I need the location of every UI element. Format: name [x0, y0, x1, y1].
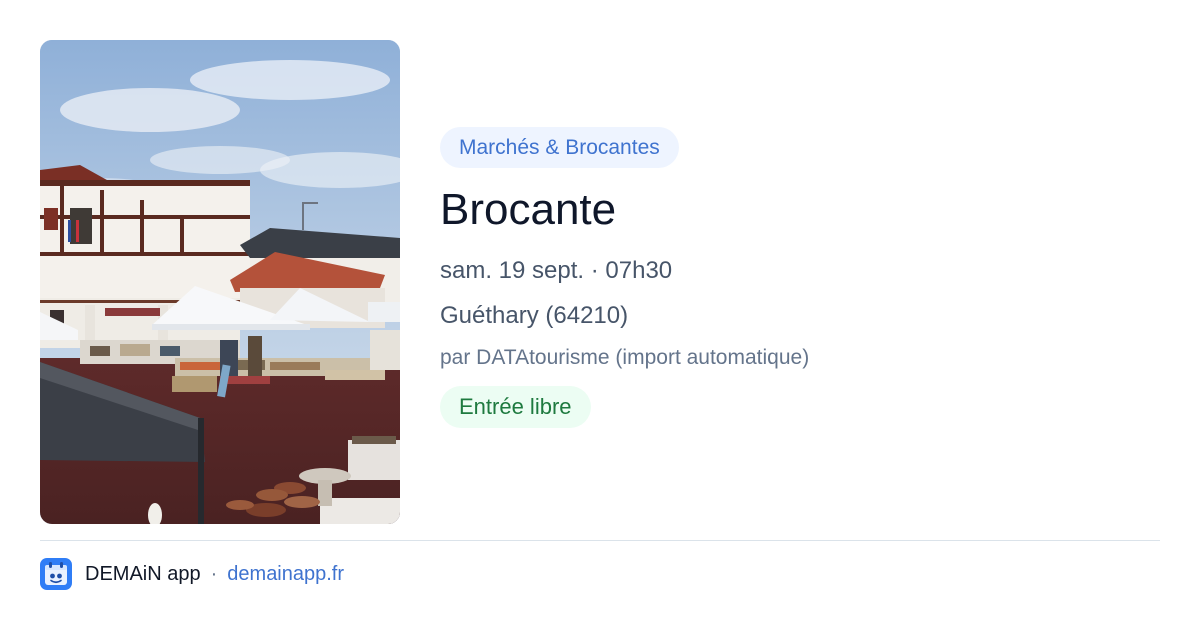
footer-divider [40, 540, 1160, 541]
event-title: Brocante [440, 185, 617, 234]
footer: DEMAiN app · demainapp.fr [40, 558, 344, 590]
app-name: DEMAiN app [85, 562, 201, 585]
event-source: par DATAtourisme (import automatique) [440, 346, 810, 369]
event-location: Guéthary (64210) [440, 302, 629, 329]
event-card[interactable]: Marchés & Brocantes Brocante sam. 19 sep… [40, 40, 1160, 524]
category-badge[interactable]: Marchés & Brocantes [440, 127, 679, 168]
event-photo [40, 40, 400, 524]
brocante-market-photo [40, 40, 400, 524]
price-badge: Entrée libre [440, 386, 591, 428]
app-logo-icon [40, 558, 72, 590]
event-info: Marchés & Brocantes Brocante sam. 19 sep… [440, 127, 1140, 428]
footer-separator: · [210, 562, 218, 585]
app-website-link[interactable]: demainapp.fr [227, 563, 344, 586]
event-date-time: sam. 19 sept. · 07h30 [440, 257, 673, 284]
